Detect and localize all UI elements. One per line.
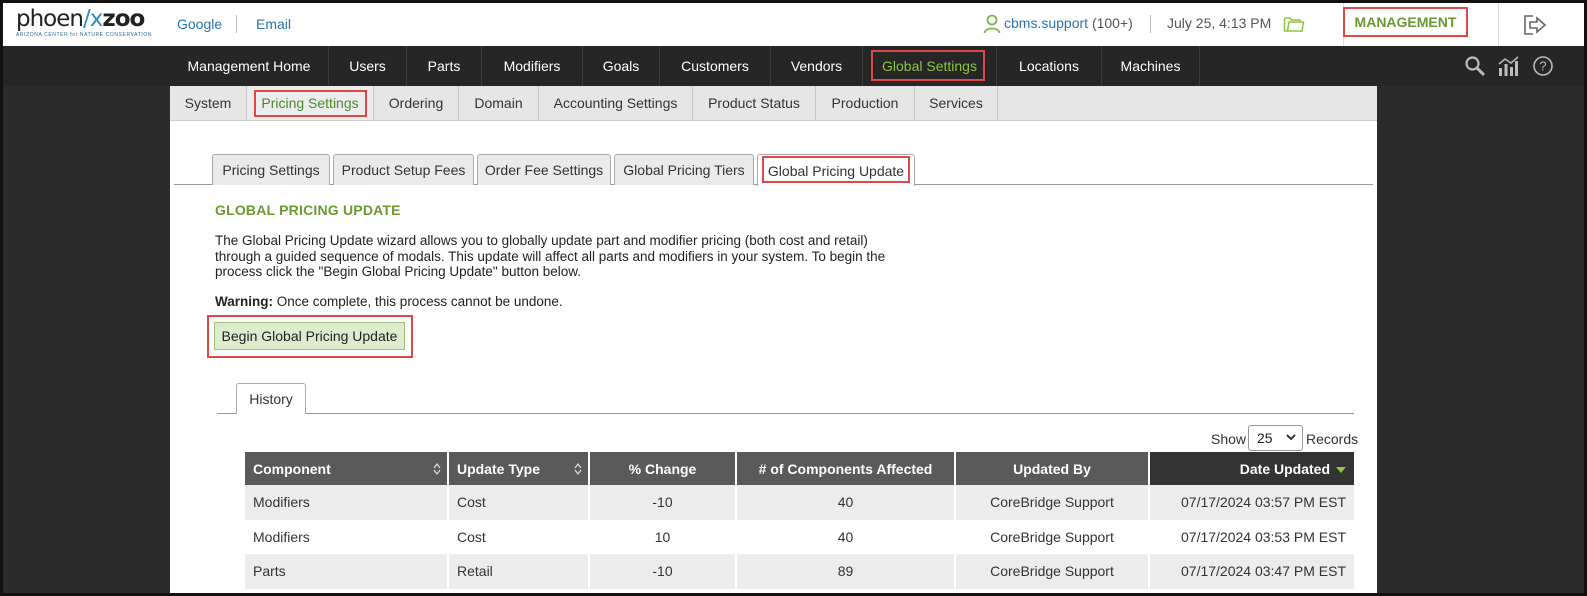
chevron-down-icon: [1286, 434, 1296, 441]
cell-percent-change: -10: [588, 485, 736, 520]
nav-modifiers[interactable]: Modifiers: [482, 46, 583, 86]
cell-updated-by: CoreBridge Support: [954, 485, 1149, 520]
header-divider: [236, 15, 237, 33]
cell-updated-by: CoreBridge Support: [954, 554, 1149, 589]
analytics-icon[interactable]: [1497, 55, 1519, 77]
current-user[interactable]: cbms.support (100+): [1004, 15, 1133, 31]
sub-nav: System Pricing Settings Ordering Domain …: [170, 86, 1377, 121]
email-link[interactable]: Email: [256, 16, 291, 32]
sort-icon: [574, 463, 582, 475]
tab-global-pricing-update[interactable]: Global Pricing Update: [757, 154, 915, 186]
col-components-affected: # of Components Affected: [735, 452, 955, 485]
cell-percent-change: -10: [588, 554, 736, 589]
cell-percent-change: 10: [588, 519, 736, 554]
tab-global-pricing-tiers[interactable]: Global Pricing Tiers: [614, 154, 754, 185]
cell-date-updated: 07/17/2024 03:47 PM EST: [1148, 554, 1354, 589]
cell-components-affected: 89: [735, 554, 955, 589]
cell-components-affected: 40: [735, 519, 955, 554]
folder-icon[interactable]: [1283, 15, 1305, 33]
subnav-production[interactable]: Production: [816, 86, 915, 120]
user-count-badge: (100+): [1091, 15, 1133, 31]
history-tabs-divider: [217, 413, 1354, 414]
google-link[interactable]: Google: [177, 16, 222, 32]
logo-tagline: ARIZONA CENTER for NATURE CONSERVATION: [16, 32, 153, 38]
cell-date-updated: 07/17/2024 03:57 PM EST: [1148, 485, 1354, 520]
records-per-page-select[interactable]: 25: [1248, 425, 1303, 451]
subnav-system[interactable]: System: [170, 86, 247, 120]
cell-components-affected: 40: [735, 485, 955, 520]
cell-update-type: Cost: [447, 519, 589, 554]
tab-history[interactable]: History: [236, 383, 306, 414]
warning-text: Once complete, this process cannot be un…: [273, 294, 563, 309]
cell-updated-by: CoreBridge Support: [954, 519, 1149, 554]
section-description: The Global Pricing Update wizard allows …: [215, 233, 886, 279]
col-component[interactable]: Component: [245, 452, 448, 485]
subnav-services[interactable]: Services: [915, 86, 998, 120]
management-button[interactable]: MANAGEMENT: [1343, 7, 1468, 37]
subnav-domain[interactable]: Domain: [459, 86, 539, 120]
nav-customers[interactable]: Customers: [660, 46, 771, 86]
table-header-row: Component Update Type % Change # of Comp…: [245, 452, 1354, 485]
records-per-page-value: 25: [1257, 430, 1273, 446]
logo-wordmark: phoen/xzoo: [16, 6, 145, 32]
records-label: Records: [1306, 431, 1359, 447]
show-label: Show: [1211, 431, 1247, 447]
subnav-product-status[interactable]: Product Status: [693, 86, 816, 120]
col-update-type[interactable]: Update Type: [447, 452, 589, 485]
current-datetime: July 25, 4:13 PM: [1167, 15, 1272, 31]
cell-date-updated: 07/17/2024 03:53 PM EST: [1148, 519, 1354, 554]
col-updated-by: Updated By: [954, 452, 1149, 485]
section-title: GLOBAL PRICING UPDATE: [215, 202, 401, 218]
sort-desc-icon: [1336, 466, 1346, 473]
table-row: Parts Retail -10 89 CoreBridge Support 0…: [245, 554, 1354, 589]
col-date-updated[interactable]: Date Updated: [1148, 452, 1354, 485]
logout-icon[interactable]: [1523, 14, 1547, 36]
nav-locations[interactable]: Locations: [997, 46, 1102, 86]
header-divider: [1150, 15, 1151, 33]
cell-component: Parts: [245, 554, 448, 589]
nav-vendors[interactable]: Vendors: [771, 46, 863, 86]
subnav-pricing-settings[interactable]: Pricing Settings: [247, 86, 374, 120]
search-icon[interactable]: [1464, 55, 1486, 77]
nav-users[interactable]: Users: [329, 46, 407, 86]
cell-update-type: Retail: [447, 554, 589, 589]
cell-update-type: Cost: [447, 485, 589, 520]
help-icon[interactable]: ?: [1532, 55, 1554, 77]
cell-component: Modifiers: [245, 519, 448, 554]
sort-icon: [433, 463, 441, 475]
subnav-ordering[interactable]: Ordering: [374, 86, 459, 120]
user-icon[interactable]: [983, 14, 1001, 34]
warning-label: Warning:: [215, 294, 273, 309]
nav-parts[interactable]: Parts: [407, 46, 482, 86]
nav-goals[interactable]: Goals: [583, 46, 660, 86]
tab-order-fee-settings[interactable]: Order Fee Settings: [477, 154, 611, 185]
nav-management-home[interactable]: Management Home: [170, 46, 329, 86]
table-row: Modifiers Cost 10 40 CoreBridge Support …: [245, 519, 1354, 554]
nav-global-settings[interactable]: Global Settings: [863, 46, 997, 86]
brand-logo[interactable]: phoen/xzoo ARIZONA CENTER for NATURE CON…: [16, 7, 151, 41]
tab-product-setup-fees[interactable]: Product Setup Fees: [333, 154, 474, 185]
svg-text:?: ?: [1539, 59, 1546, 74]
warning-message: Warning: Once complete, this process can…: [215, 294, 563, 309]
main-nav: Management Home Users Parts Modifiers Go…: [3, 46, 1584, 86]
subnav-accounting-settings[interactable]: Accounting Settings: [539, 86, 693, 120]
tab-pricing-settings[interactable]: Pricing Settings: [212, 154, 330, 185]
history-table: Component Update Type % Change # of Comp…: [245, 452, 1354, 589]
nav-machines[interactable]: Machines: [1102, 46, 1200, 86]
col-percent-change: % Change: [588, 452, 736, 485]
begin-global-pricing-update-button[interactable]: Begin Global Pricing Update: [214, 322, 405, 350]
cell-component: Modifiers: [245, 485, 448, 520]
table-row: Modifiers Cost -10 40 CoreBridge Support…: [245, 485, 1354, 520]
